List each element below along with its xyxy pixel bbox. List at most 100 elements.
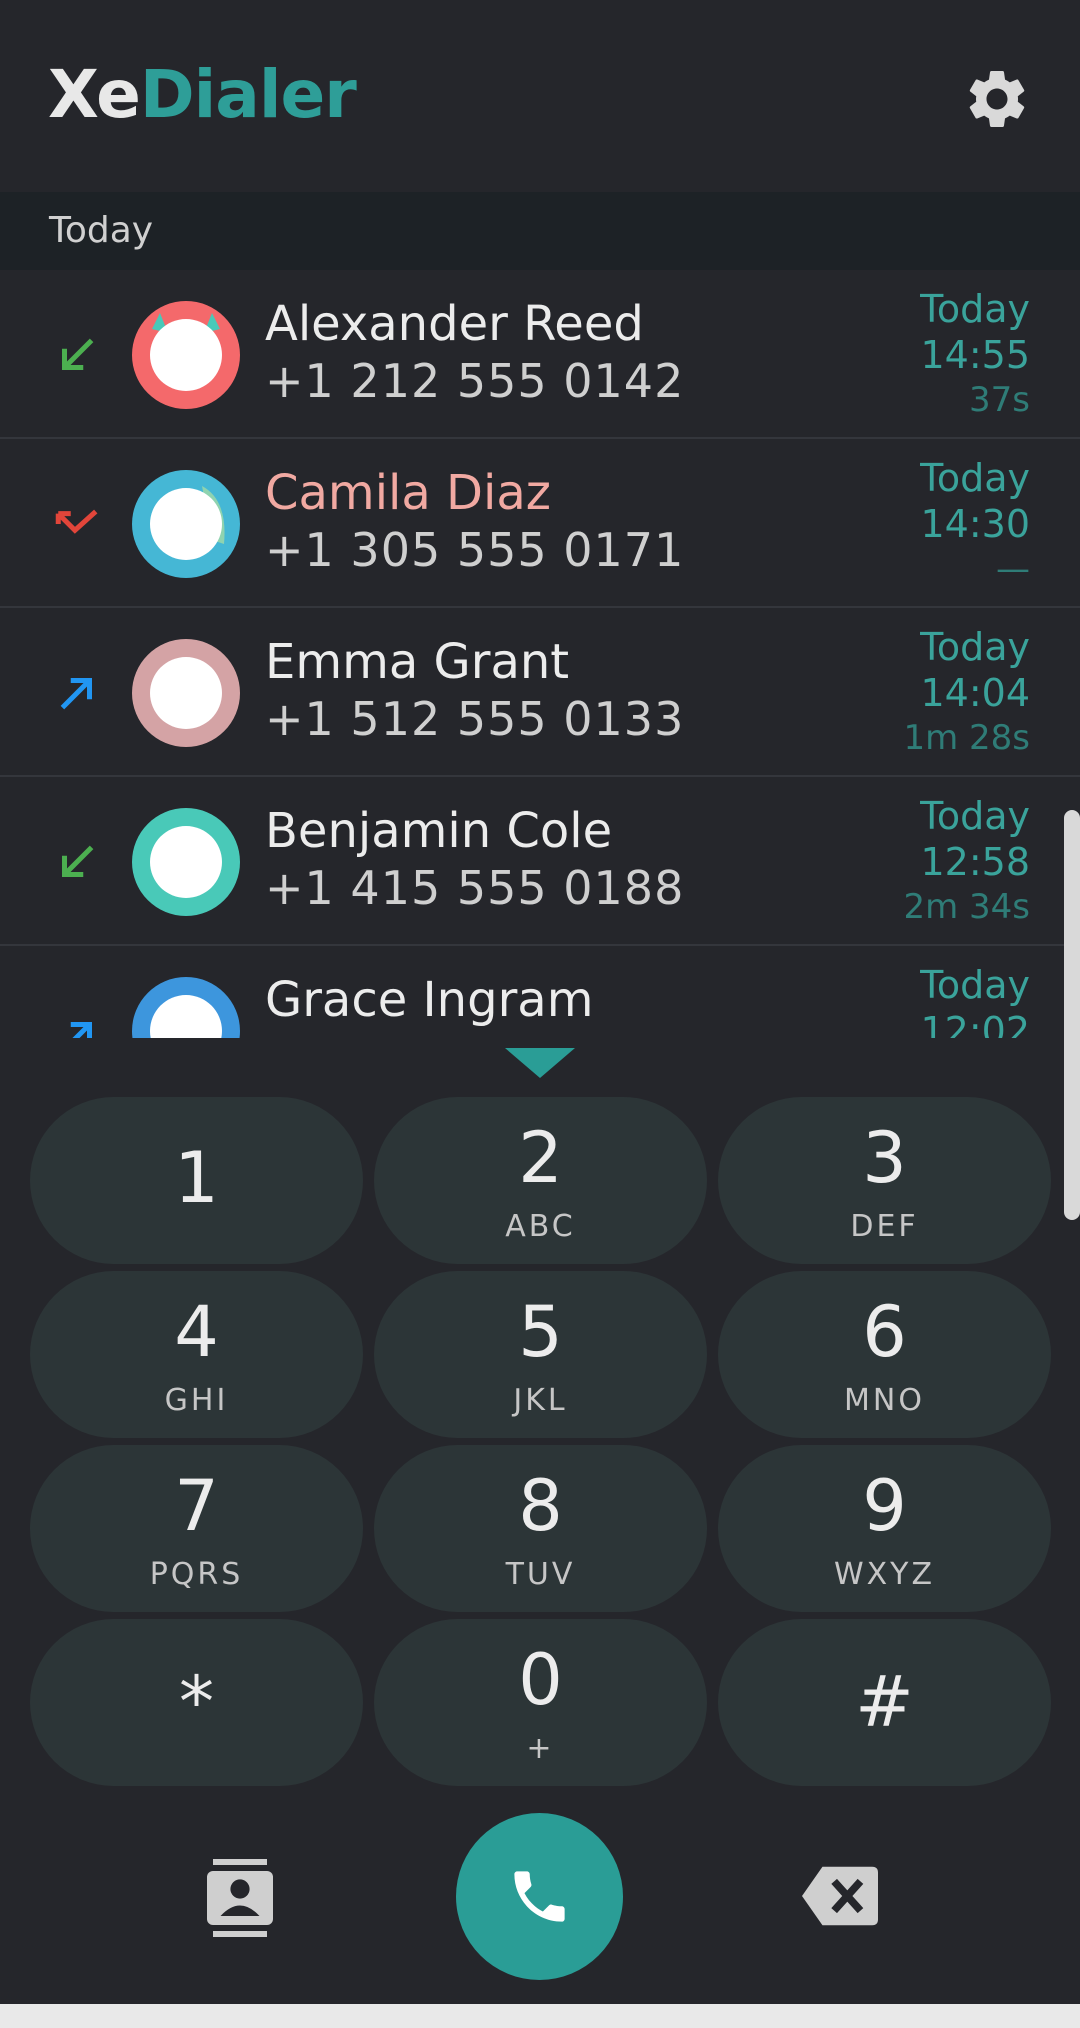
key-2[interactable]: 2 ABC	[374, 1097, 707, 1264]
avatar[interactable]	[132, 639, 240, 747]
key-letters: +	[526, 1731, 555, 1766]
contact-name: Camila Diaz	[265, 465, 551, 521]
call-log-item[interactable]: Emma Grant +1 512 555 0133 Today 14:04 1…	[0, 608, 1080, 777]
key-letters: ABC	[505, 1209, 576, 1244]
key-digit: 6	[862, 1291, 907, 1373]
call-day: Today	[920, 456, 1030, 500]
call-day: Today	[920, 625, 1030, 669]
contact-number: +1 415 555 0188	[265, 861, 685, 915]
phone-icon	[514, 1871, 565, 1922]
avatar[interactable]	[132, 977, 240, 1038]
contact-number: +1 212 555 0142	[265, 354, 685, 408]
call-meta: Today 12:58 2m 34s	[903, 793, 1030, 929]
contact-name: Grace Ingram	[265, 972, 594, 1028]
key-7[interactable]: 7 PQRS	[30, 1445, 363, 1612]
app-title-part1: Xe	[48, 56, 141, 133]
key-digit: 9	[862, 1465, 907, 1547]
contact-number: +1 512 555 0133	[265, 692, 685, 746]
backspace-icon	[802, 1866, 878, 1926]
key-star[interactable]: *	[30, 1619, 363, 1786]
call-meta: Today 14:04 1m 28s	[903, 624, 1030, 760]
key-9[interactable]: 9 WXYZ	[718, 1445, 1051, 1612]
key-hash[interactable]: #	[718, 1619, 1051, 1786]
key-letters: TUV	[505, 1557, 576, 1592]
gear-icon	[969, 70, 1025, 127]
contact-name: Emma Grant	[265, 634, 570, 690]
call-meta: Today 12:02	[920, 962, 1030, 1038]
key-digit: 8	[518, 1465, 563, 1547]
call-duration: 2m 34s	[903, 887, 1030, 927]
app-header: XeDialer	[0, 0, 1080, 192]
avatar-face	[150, 995, 222, 1038]
key-letters: PQRS	[149, 1557, 244, 1592]
call-duration: —	[996, 549, 1030, 589]
call-button[interactable]	[456, 1813, 623, 1980]
section-title: Today	[49, 210, 154, 251]
key-digit: *	[179, 1661, 214, 1743]
call-meta: Today 14:55 37s	[920, 286, 1030, 422]
incoming-call-icon	[62, 338, 94, 370]
key-8[interactable]: 8 TUV	[374, 1445, 707, 1612]
incoming-call-icon	[62, 845, 94, 877]
key-6[interactable]: 6 MNO	[718, 1271, 1051, 1438]
key-1[interactable]: 1	[30, 1097, 363, 1264]
missed-call-icon	[55, 509, 98, 534]
call-log-item[interactable]: Benjamin Cole +1 415 555 0188 Today 12:5…	[0, 777, 1080, 946]
triangle-down-icon[interactable]	[505, 1048, 575, 1078]
key-digit: 0	[518, 1639, 563, 1721]
scrollbar[interactable]	[1064, 810, 1080, 1220]
call-day: Today	[920, 794, 1030, 838]
call-time: 14:55	[920, 333, 1030, 377]
key-digit: 1	[174, 1137, 219, 1219]
call-log-list[interactable]: Alexander Reed +1 212 555 0142 Today 14:…	[0, 270, 1080, 1038]
settings-button[interactable]	[962, 64, 1032, 134]
key-digit: 3	[862, 1117, 907, 1199]
key-0[interactable]: 0 +	[374, 1619, 707, 1786]
call-time: 14:30	[920, 502, 1030, 546]
avatar-face	[150, 657, 222, 729]
avatar-face	[150, 319, 222, 391]
outgoing-call-icon	[70, 1022, 92, 1038]
call-duration: 1m 28s	[903, 718, 1030, 758]
key-letters: GHI	[164, 1383, 229, 1418]
key-letters: MNO	[844, 1383, 925, 1418]
call-log-item[interactable]: Camila Diaz +1 305 555 0171 Today 14:30 …	[0, 439, 1080, 608]
key-digit: 4	[174, 1291, 219, 1373]
call-day: Today	[920, 287, 1030, 331]
avatar[interactable]	[132, 808, 240, 916]
contact-name: Alexander Reed	[265, 296, 644, 352]
key-4[interactable]: 4 GHI	[30, 1271, 363, 1438]
key-letters: DEF	[850, 1209, 919, 1244]
outgoing-call-icon	[60, 678, 92, 710]
contact-card-icon	[207, 1859, 273, 1937]
key-digit: 2	[518, 1117, 563, 1199]
key-digit: 5	[518, 1291, 563, 1373]
contact-number: +1 305 555 0171	[265, 523, 685, 577]
key-5[interactable]: 5 JKL	[374, 1271, 707, 1438]
call-time: 14:04	[920, 671, 1030, 715]
call-log-item[interactable]: Grace Ingram Today 12:02	[0, 946, 1080, 1038]
app-title: XeDialer	[48, 56, 357, 133]
call-duration: 37s	[969, 380, 1030, 420]
call-log-item[interactable]: Alexander Reed +1 212 555 0142 Today 14:…	[0, 270, 1080, 439]
action-bar	[0, 1800, 1080, 2000]
call-day: Today	[920, 963, 1030, 1007]
avatar-face	[150, 488, 222, 560]
key-letters: WXYZ	[833, 1557, 936, 1592]
key-digit: 7	[174, 1465, 219, 1547]
contact-name: Benjamin Cole	[265, 803, 613, 859]
avatar-face	[150, 826, 222, 898]
key-letters: JKL	[513, 1383, 568, 1418]
avatar[interactable]	[132, 470, 240, 578]
call-meta: Today 14:30 —	[920, 455, 1030, 591]
key-digit: #	[855, 1661, 914, 1743]
backspace-button[interactable]	[802, 1866, 878, 1926]
app-title-part2: Dialer	[139, 56, 357, 133]
navigation-strip	[0, 2004, 1080, 2028]
call-time: 12:02	[920, 1009, 1030, 1038]
contacts-button[interactable]	[204, 1858, 276, 1938]
section-header: Today	[0, 192, 1080, 270]
avatar[interactable]	[132, 301, 240, 409]
key-3[interactable]: 3 DEF	[718, 1097, 1051, 1264]
call-time: 12:58	[920, 840, 1030, 884]
